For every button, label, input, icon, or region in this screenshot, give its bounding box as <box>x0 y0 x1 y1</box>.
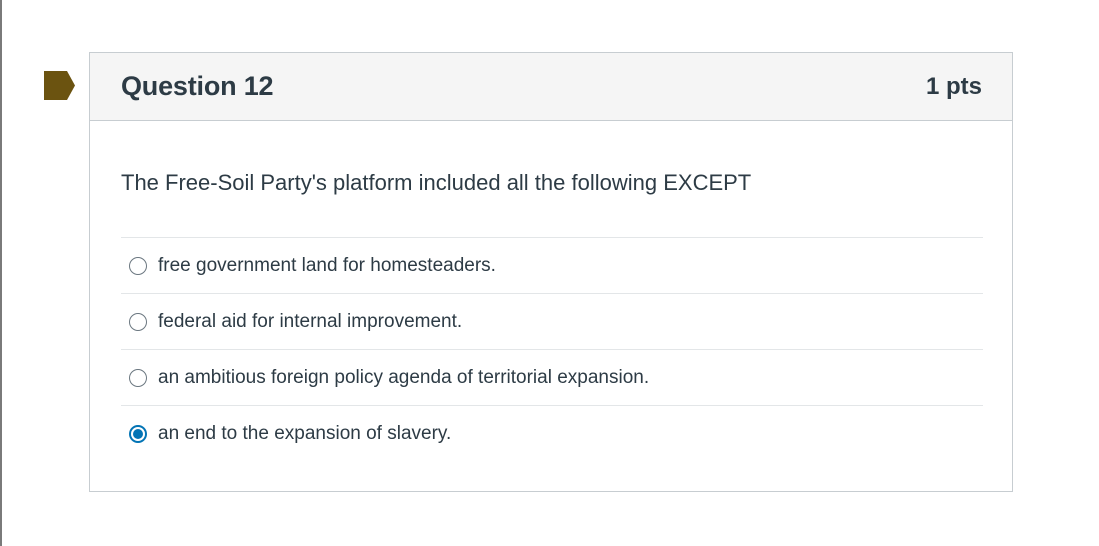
answer-option-2[interactable]: federal aid for internal improvement. <box>121 294 983 350</box>
answer-label[interactable]: federal aid for internal improvement. <box>158 311 462 333</box>
answer-option-3[interactable]: an ambitious foreign policy agenda of te… <box>121 350 983 406</box>
radio-button[interactable] <box>129 312 147 331</box>
question-title: Question 12 <box>121 71 274 101</box>
radio-button-selected[interactable] <box>129 425 147 443</box>
question-points: 1 pts <box>925 72 982 100</box>
radio-button[interactable] <box>129 368 147 387</box>
page-left-border <box>0 0 2 546</box>
answer-label[interactable]: an end to the expansion of slavery. <box>158 423 451 445</box>
answer-list: free government land for homesteaders. f… <box>121 237 983 462</box>
bookmark-flag-icon[interactable] <box>44 71 75 100</box>
answer-option-1[interactable]: free government land for homesteaders. <box>121 238 983 294</box>
question-header: Question 12 1 pts <box>90 53 1012 121</box>
question-text: The Free-Soil Party's platform included … <box>121 170 752 195</box>
answer-label[interactable]: an ambitious foreign policy agenda of te… <box>158 367 649 389</box>
answer-option-4[interactable]: an end to the expansion of slavery. <box>121 406 983 462</box>
question-card: Question 12 1 pts The Free-Soil Party's … <box>89 52 1013 492</box>
question-body: The Free-Soil Party's platform included … <box>90 169 1012 462</box>
radio-button[interactable] <box>129 256 147 275</box>
answer-label[interactable]: free government land for homesteaders. <box>158 255 496 277</box>
